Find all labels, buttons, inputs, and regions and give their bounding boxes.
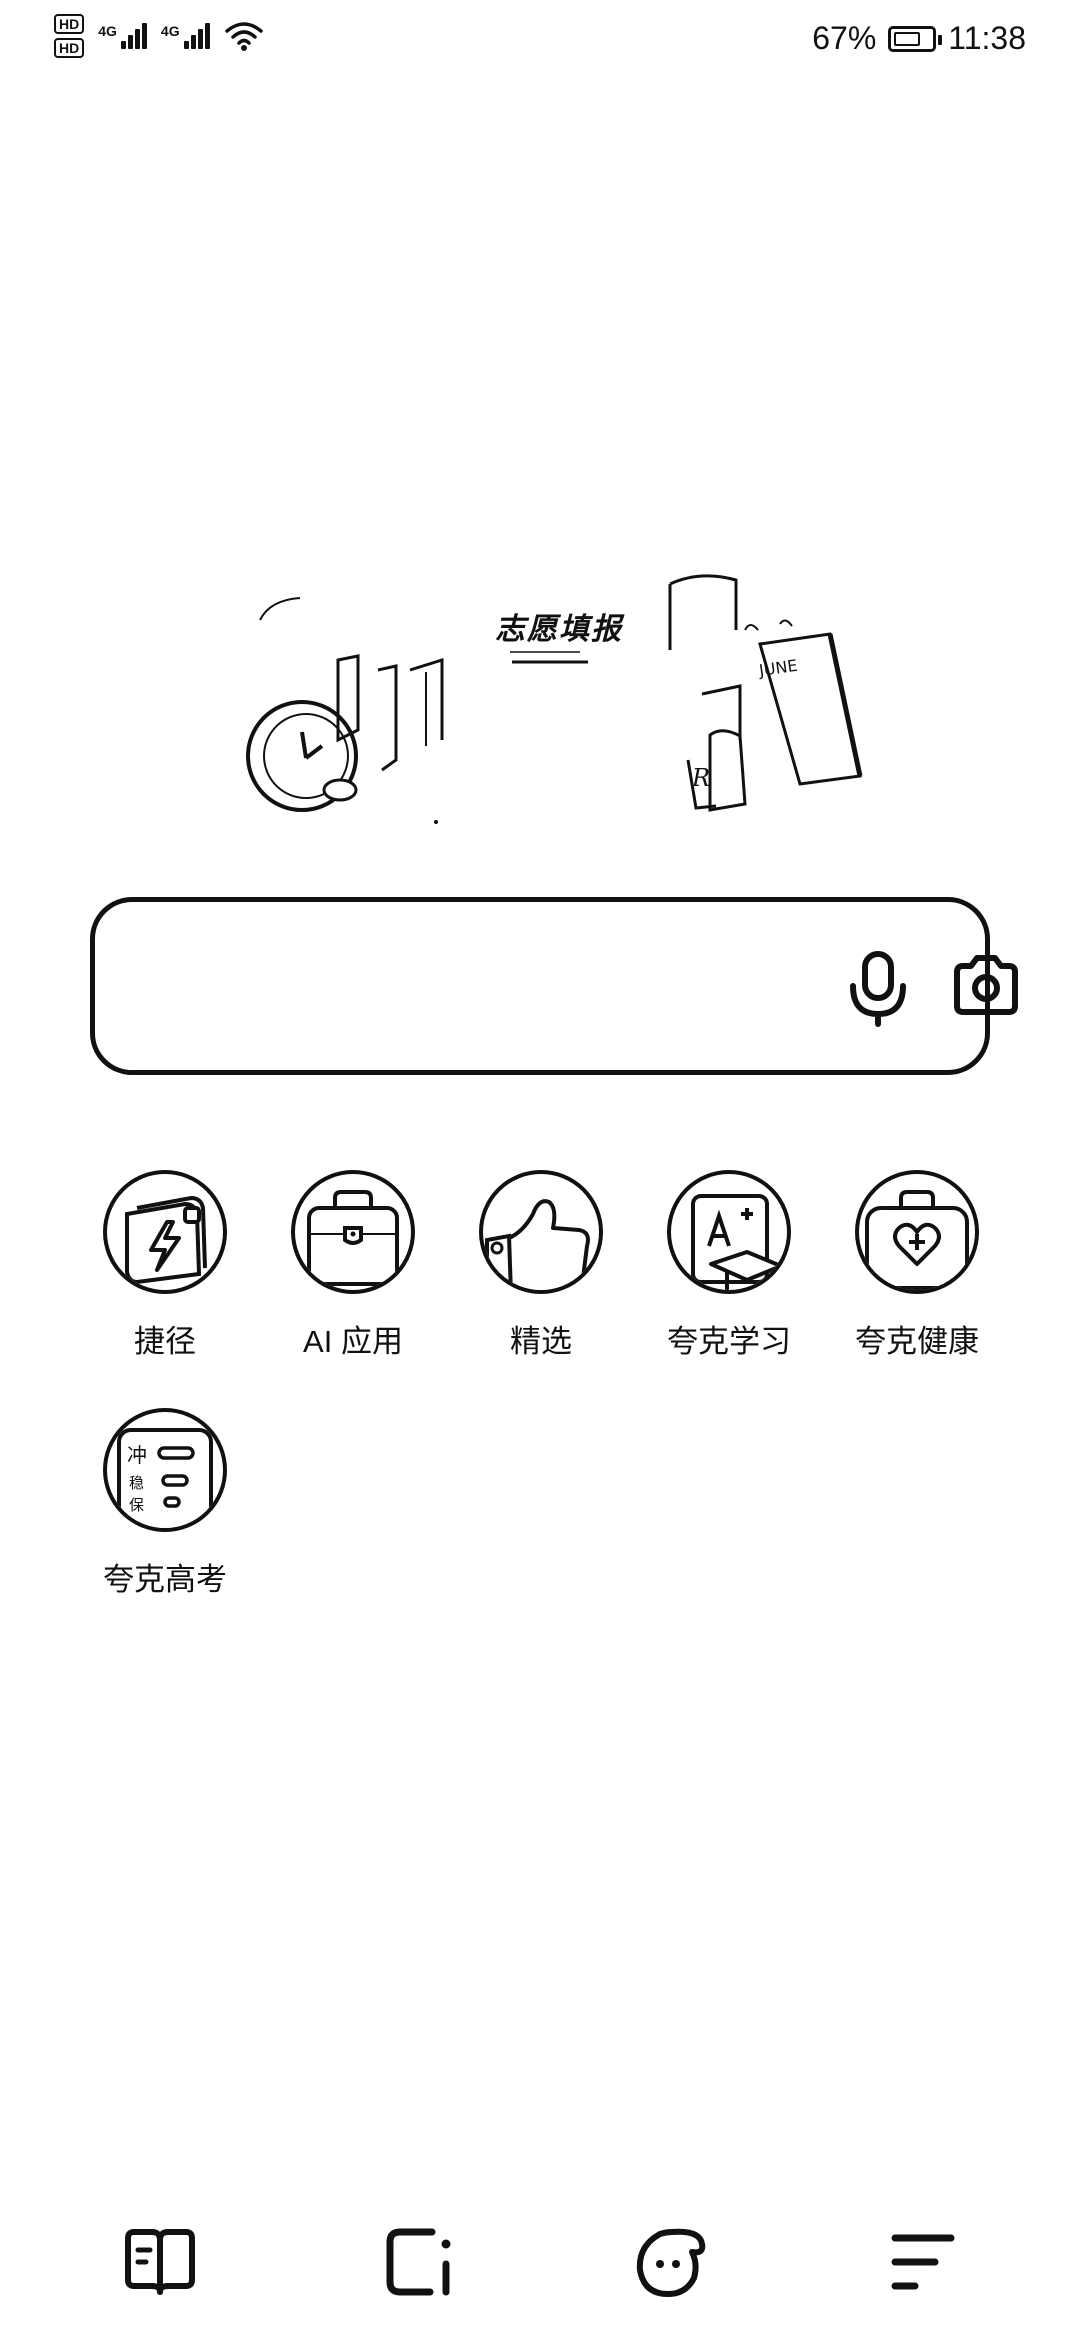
search-input[interactable]	[90, 897, 1018, 1075]
calendar-label: JUNE	[757, 656, 799, 680]
thumbs-up-icon	[479, 1170, 603, 1294]
quark-mascot-icon[interactable]	[632, 2224, 708, 2300]
toolbox-icon	[291, 1170, 415, 1294]
network-1-label: 4G	[98, 23, 117, 39]
network-2-label: 4G	[160, 23, 180, 39]
lightning-card-icon	[103, 1170, 227, 1294]
card-text-1: 冲	[127, 1443, 147, 1467]
app-label: 捷径	[134, 1324, 196, 1359]
wifi-icon	[224, 22, 263, 51]
app-ai-apps[interactable]: AI 应用	[268, 1170, 438, 1361]
app-label: 夸克健康	[855, 1324, 979, 1359]
hd-badge-1: HD	[54, 14, 85, 34]
status-left: HD HD 4G 4G	[54, 14, 264, 58]
camera-icon[interactable]	[951, 954, 1021, 1018]
app-quark-gaokao[interactable]: 冲 稳 保 夸克高考	[80, 1408, 250, 1599]
card-text-3: 保	[129, 1496, 144, 1514]
banner-title: 志愿填报	[495, 612, 623, 647]
app-label: 精选	[510, 1324, 572, 1359]
cup-letter: R	[691, 764, 710, 792]
app-label: 夸克学习	[667, 1324, 791, 1359]
battery-icon	[888, 25, 943, 52]
exam-card-icon: 冲 稳 保	[103, 1408, 227, 1532]
medical-kit-heart-icon	[855, 1170, 979, 1294]
signal-2-icon: 4G	[161, 23, 210, 49]
app-quark-learning[interactable]: 夸克学习	[644, 1170, 814, 1361]
status-right: 67% 11:38	[812, 20, 1026, 57]
menu-icon[interactable]	[885, 2224, 961, 2300]
app-featured[interactable]: 精选	[456, 1170, 626, 1361]
signal-1-icon: 4G	[98, 23, 147, 49]
clock: 11:38	[948, 20, 1026, 56]
card-text-2: 稳	[129, 1474, 144, 1492]
app-label: AI 应用	[303, 1324, 403, 1359]
battery-percent: 67%	[812, 20, 877, 56]
home-screen: HD HD 4G 4G 67% 11:38 JUNE R 志愿填报 捷径 AI …	[0, 0, 1080, 2340]
status-bar: HD HD 4G 4G 67% 11:38	[0, 0, 1080, 80]
app-label: 夸克高考	[103, 1562, 227, 1597]
tabs-icon[interactable]	[382, 2224, 458, 2300]
hd-badge-2: HD	[54, 38, 85, 58]
hd-indicators: HD HD	[54, 14, 85, 58]
app-quark-health[interactable]: 夸克健康	[832, 1170, 1002, 1361]
microphone-icon[interactable]	[847, 950, 909, 1028]
gaokao-banner[interactable]: JUNE R 志愿填报	[240, 560, 920, 830]
book-icon[interactable]	[122, 2224, 198, 2300]
bottom-navigation	[0, 2200, 1080, 2320]
banner-illustration: JUNE R	[246, 574, 863, 824]
graduation-board-icon	[667, 1170, 791, 1294]
app-shortcuts[interactable]: 捷径	[80, 1170, 250, 1361]
